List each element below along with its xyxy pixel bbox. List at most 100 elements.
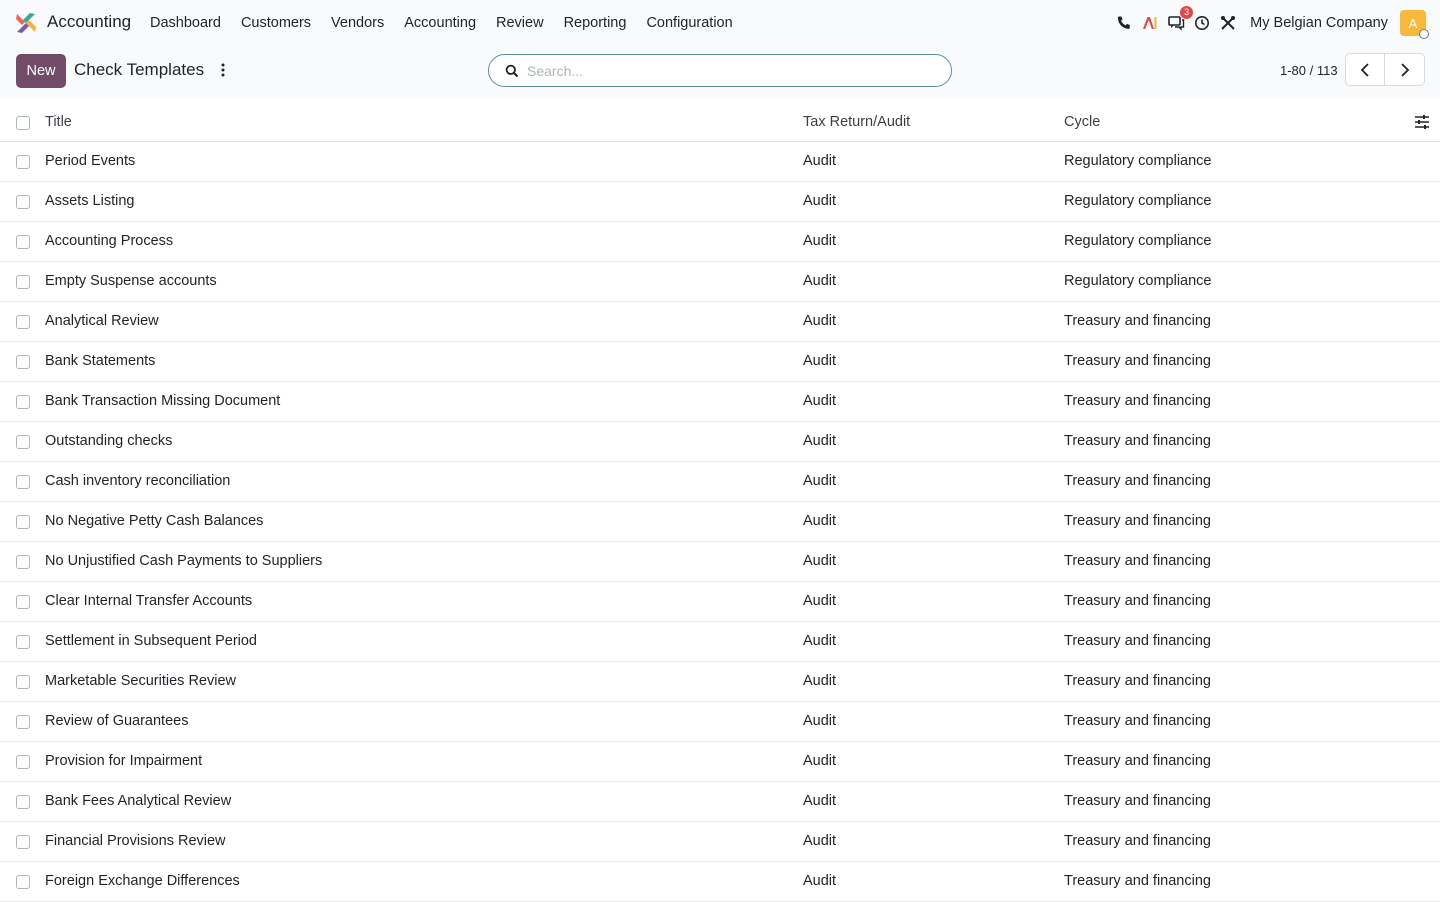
cell-cycle: Treasury and financing (1064, 313, 1211, 329)
table-row[interactable]: Period Events Audit Regulatory compliance (0, 142, 1440, 182)
pager-previous-button[interactable] (1345, 53, 1385, 86)
table-row[interactable]: Financial Provisions Review Audit Treasury… (0, 822, 1440, 862)
row-checkbox[interactable] (16, 715, 30, 729)
row-checkbox[interactable] (16, 395, 30, 409)
cell-cycle: Treasury and financing (1064, 793, 1211, 809)
row-checkbox[interactable] (16, 835, 30, 849)
column-header-tax-return-audit[interactable]: Tax Return/Audit (803, 114, 910, 130)
row-checkbox[interactable] (16, 515, 30, 529)
user-avatar[interactable]: A (1400, 10, 1429, 39)
systray: 3 My Belgian Company A (1108, 0, 1429, 46)
table-row[interactable]: Clear Internal Transfer Accounts Audit Tre… (0, 582, 1440, 622)
menu-dashboard[interactable]: Dashboard (150, 15, 221, 31)
menu-configuration[interactable]: Configuration (646, 15, 732, 31)
cell-cycle: Treasury and financing (1064, 473, 1211, 489)
cell-cycle: Treasury and financing (1064, 553, 1211, 569)
cell-cycle: Treasury and financing (1064, 833, 1211, 849)
cell-cycle: Treasury and financing (1064, 713, 1211, 729)
row-checkbox[interactable] (16, 755, 30, 769)
menu-review[interactable]: Review (496, 15, 544, 31)
table-row[interactable]: Bank Transaction Missing Document Audit Tr… (0, 382, 1440, 422)
row-checkbox[interactable] (16, 595, 30, 609)
cell-cycle: Treasury and financing (1064, 593, 1211, 609)
cell-tax-return-audit: Audit (803, 753, 837, 769)
column-header-cycle[interactable]: Cycle (1064, 114, 1100, 130)
column-header-title[interactable]: Title (45, 114, 72, 130)
menu-accounting[interactable]: Accounting (404, 15, 476, 31)
cell-tax-return-audit: Audit (803, 553, 837, 569)
phone-icon[interactable] (1114, 13, 1134, 33)
cell-tax-return-audit: Audit (803, 193, 837, 209)
table-row[interactable]: Accounting Process Audit Regulatory compli… (0, 222, 1440, 262)
app-name[interactable]: Accounting (47, 12, 131, 32)
cell-cycle: Treasury and financing (1064, 753, 1211, 769)
ai-icon[interactable] (1140, 13, 1160, 33)
cell-title: Analytical Review (45, 313, 159, 329)
row-checkbox[interactable] (16, 235, 30, 249)
status-icon (1419, 29, 1429, 39)
cell-tax-return-audit: Audit (803, 593, 837, 609)
table-row[interactable]: Assets Listing Audit Regulatory compliance (0, 182, 1440, 222)
row-checkbox[interactable] (16, 475, 30, 489)
search-icon (505, 64, 519, 77)
row-checkbox[interactable] (16, 875, 30, 889)
row-checkbox[interactable] (16, 155, 30, 169)
menu-customers[interactable]: Customers (241, 15, 311, 31)
row-checkbox[interactable] (16, 355, 30, 369)
table-row[interactable]: Review of Guarantees Audit Treasury and fi… (0, 702, 1440, 742)
actions-menu-icon[interactable] (216, 60, 230, 80)
clock-icon[interactable] (1192, 13, 1212, 33)
select-all-checkbox[interactable] (16, 116, 30, 130)
table-row[interactable]: Analytical Review Audit Treasury and finan… (0, 302, 1440, 342)
table-row[interactable]: Outstanding checks Audit Treasury and fina… (0, 422, 1440, 462)
cell-title: Financial Provisions Review (45, 833, 226, 849)
menu-vendors[interactable]: Vendors (331, 15, 384, 31)
messages-icon[interactable]: 3 (1166, 6, 1194, 33)
row-checkbox[interactable] (16, 555, 30, 569)
cell-cycle: Treasury and financing (1064, 673, 1211, 689)
cell-title: Outstanding checks (45, 433, 173, 449)
cell-cycle: Treasury and financing (1064, 393, 1211, 409)
search-bar[interactable] (488, 54, 952, 87)
table-row[interactable]: Foreign Exchange Differences Audit Treasur… (0, 862, 1440, 902)
new-button[interactable]: New (16, 54, 66, 88)
cell-title: No Negative Petty Cash Balances (45, 513, 264, 529)
cell-title: Marketable Securities Review (45, 673, 236, 689)
search-input[interactable] (527, 62, 927, 79)
company-switcher[interactable]: My Belgian Company (1250, 15, 1388, 31)
table-row[interactable]: No Unjustified Cash Payments to Supplier… (0, 542, 1440, 582)
cell-tax-return-audit: Audit (803, 633, 837, 649)
pager-next-button[interactable] (1385, 53, 1425, 86)
cell-title: Foreign Exchange Differences (45, 873, 240, 889)
cell-tax-return-audit: Audit (803, 673, 837, 689)
cell-title: Cash inventory reconciliation (45, 473, 231, 489)
cell-tax-return-audit: Audit (803, 513, 837, 529)
row-checkbox[interactable] (16, 635, 30, 649)
optional-columns-icon[interactable] (1414, 114, 1430, 130)
cell-title: Provision for Impairment (45, 753, 203, 769)
table-row[interactable]: Cash inventory reconciliation Audit Treasu… (0, 462, 1440, 502)
cell-tax-return-audit: Audit (803, 153, 837, 169)
table-row[interactable]: Bank Fees Analytical Review Audit Treasury… (0, 782, 1440, 822)
menu-reporting[interactable]: Reporting (564, 15, 627, 31)
row-checkbox[interactable] (16, 315, 30, 329)
row-checkbox[interactable] (16, 275, 30, 289)
row-checkbox[interactable] (16, 435, 30, 449)
chevron-right-icon (1400, 62, 1409, 77)
row-checkbox[interactable] (16, 195, 30, 209)
pager-value[interactable]: 1-80 / 113 (1280, 63, 1338, 78)
accounting-app-icon[interactable] (14, 11, 38, 35)
table-row[interactable]: Bank Statements Audit Treasury and financi… (0, 342, 1440, 382)
cell-title: Review of Guarantees (45, 713, 189, 729)
table-row[interactable]: No Negative Petty Cash Balances Audit Trea… (0, 502, 1440, 542)
cell-title: Bank Transaction Missing Document (45, 393, 281, 409)
row-checkbox[interactable] (16, 795, 30, 809)
table-row[interactable]: Empty Suspense accounts Audit Regulatory c… (0, 262, 1440, 302)
tools-icon[interactable] (1218, 13, 1238, 33)
cell-tax-return-audit: Audit (803, 273, 837, 289)
table-row[interactable]: Settlement in Subsequent Period Audit Trea… (0, 622, 1440, 662)
table-row[interactable]: Marketable Securities Review Audit Treasur… (0, 662, 1440, 702)
table-row[interactable]: Provision for Impairment Audit Treasury an… (0, 742, 1440, 782)
cell-cycle: Regulatory compliance (1064, 233, 1212, 249)
row-checkbox[interactable] (16, 675, 30, 689)
